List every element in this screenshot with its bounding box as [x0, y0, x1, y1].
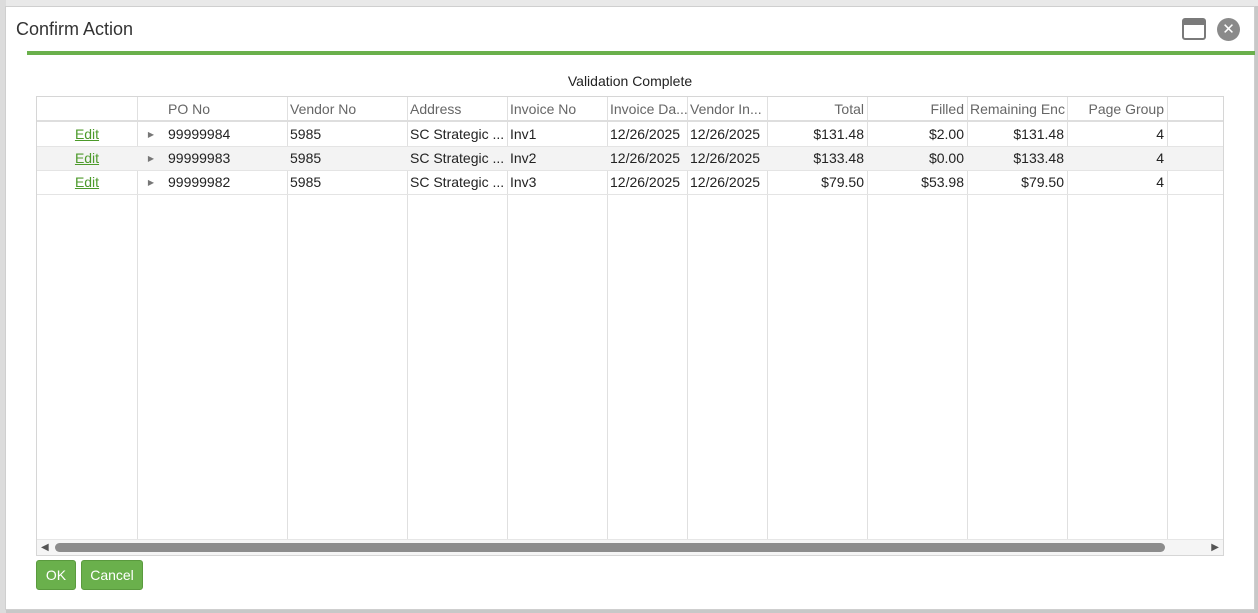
cell-page-group: 4: [1156, 174, 1164, 190]
cell-vendor-invoice: 12/26/2025: [690, 126, 761, 142]
cell-vendor-invoice: 12/26/2025: [690, 150, 761, 166]
grid-header: PO No Vendor No Address Invoice No Invoi…: [37, 97, 1223, 122]
edit-link[interactable]: Edit: [37, 171, 137, 194]
cell-remaining-enc: $79.50: [1021, 174, 1064, 190]
expand-row-icon[interactable]: ▶: [141, 147, 161, 170]
cell-filled: $2.00: [928, 126, 964, 142]
cell-invoice-date: 12/26/2025: [610, 126, 681, 142]
title-accent-bar: [27, 51, 1255, 55]
confirm-action-dialog: Confirm Action ✕ Validation Complete PO …: [5, 6, 1255, 610]
expand-row-icon[interactable]: ▶: [141, 123, 161, 146]
table-row[interactable]: Edit ▶ 99999982 5985 SC Strategic ... In…: [37, 171, 1223, 195]
header-invoice-no[interactable]: Invoice No: [507, 97, 607, 121]
scroll-left-icon[interactable]: ◀: [41, 542, 49, 553]
header-filled[interactable]: Filled: [867, 97, 967, 121]
dialog-title: Confirm Action: [16, 19, 134, 39]
table-row[interactable]: Edit ▶ 99999984 5985 SC Strategic ... In…: [37, 123, 1223, 147]
header-po-no[interactable]: PO No: [165, 97, 285, 121]
header-remaining-enc[interactable]: Remaining Enc: [967, 97, 1067, 121]
cell-page-group: 4: [1156, 150, 1164, 166]
expand-row-icon[interactable]: ▶: [141, 171, 161, 194]
header-page-group[interactable]: Page Group: [1067, 97, 1167, 121]
cell-invoice-no: Inv2: [510, 150, 537, 166]
maximize-icon[interactable]: [1182, 18, 1206, 40]
cell-remaining-enc: $131.48: [1013, 126, 1064, 142]
header-invoice-date[interactable]: Invoice Da...: [607, 97, 687, 121]
cell-vendor-no: 5985: [290, 126, 322, 142]
table-row[interactable]: Edit ▶ 99999983 5985 SC Strategic ... In…: [37, 147, 1223, 171]
scrollbar-thumb[interactable]: [55, 543, 1165, 552]
cell-vendor-no: 5985: [290, 174, 322, 190]
cell-po-no: 99999984: [168, 126, 231, 142]
header-vendor-invoice[interactable]: Vendor In...: [687, 97, 767, 121]
grid-caption: Validation Complete: [567, 73, 693, 89]
cell-invoice-no: Inv3: [510, 174, 537, 190]
header-vendor-no[interactable]: Vendor No: [287, 97, 407, 121]
cell-address: SC Strategic ...: [410, 126, 505, 142]
header-address[interactable]: Address: [407, 97, 507, 121]
cell-invoice-date: 12/26/2025: [610, 150, 681, 166]
header-total[interactable]: Total: [767, 97, 867, 121]
cell-total: $131.48: [813, 126, 864, 142]
cell-total: $133.48: [813, 150, 864, 166]
data-grid: PO No Vendor No Address Invoice No Invoi…: [36, 96, 1224, 556]
cell-filled: $0.00: [928, 150, 964, 166]
close-icon[interactable]: ✕: [1217, 18, 1240, 41]
cell-total: $79.50: [821, 174, 864, 190]
cancel-button[interactable]: Cancel: [81, 560, 143, 590]
edit-link[interactable]: Edit: [37, 147, 137, 170]
scroll-right-icon[interactable]: ▶: [1211, 542, 1219, 553]
cell-po-no: 99999982: [168, 174, 231, 190]
cell-invoice-date: 12/26/2025: [610, 174, 681, 190]
cell-vendor-no: 5985: [290, 150, 322, 166]
cell-address: SC Strategic ...: [410, 174, 505, 190]
ok-button[interactable]: OK: [36, 560, 76, 590]
cell-remaining-enc: $133.48: [1013, 150, 1064, 166]
cell-page-group: 4: [1156, 126, 1164, 142]
cell-vendor-invoice: 12/26/2025: [690, 174, 761, 190]
edit-link[interactable]: Edit: [37, 123, 137, 146]
cell-po-no: 99999983: [168, 150, 231, 166]
cell-address: SC Strategic ...: [410, 150, 505, 166]
horizontal-scrollbar[interactable]: ◀ ▶: [37, 539, 1223, 555]
cell-invoice-no: Inv1: [510, 126, 537, 142]
cell-filled: $53.98: [921, 174, 964, 190]
